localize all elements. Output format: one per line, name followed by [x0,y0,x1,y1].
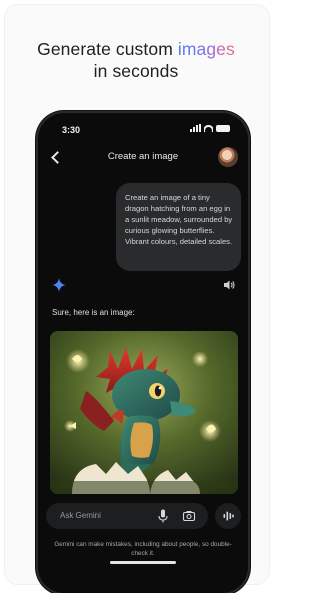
user-prompt-text: Create an image of a tiny dragon hatchin… [125,193,233,246]
headline-line2: in seconds [93,61,179,81]
camera-icon[interactable] [182,509,196,523]
headline-accent: images [177,39,235,59]
avatar[interactable] [218,147,238,167]
promo-headline: Generate custom images in seconds [0,38,272,82]
ask-input-placeholder: Ask Gemini [60,511,101,520]
headline-text: Generate custom [37,39,178,59]
user-message-bubble: Create an image of a tiny dragon hatchin… [116,183,241,271]
signal-icon [190,124,201,132]
mic-icon[interactable] [156,508,170,524]
speaker-icon[interactable] [222,278,236,292]
status-bar: 3:30 [38,113,248,139]
wifi-icon [204,124,213,132]
chat-header: Create an image [38,147,248,169]
disclaimer-text: Gemini can make mistakes, including abou… [54,541,232,557]
dragon-illustration [50,331,238,494]
assistant-reply: Sure, here is an image: [52,308,135,317]
ask-input[interactable]: Ask Gemini [46,503,208,529]
status-time: 3:30 [62,125,81,135]
gemini-spark-icon [52,278,66,292]
live-waveform-icon[interactable] [215,503,241,529]
battery-icon [216,124,230,132]
phone-mockup: 3:30 Create an image Create an image of … [38,113,248,593]
chat-title: Create an image [107,151,179,162]
home-indicator [110,561,176,564]
generated-dragon-image[interactable] [50,331,238,494]
status-icons [190,124,230,132]
